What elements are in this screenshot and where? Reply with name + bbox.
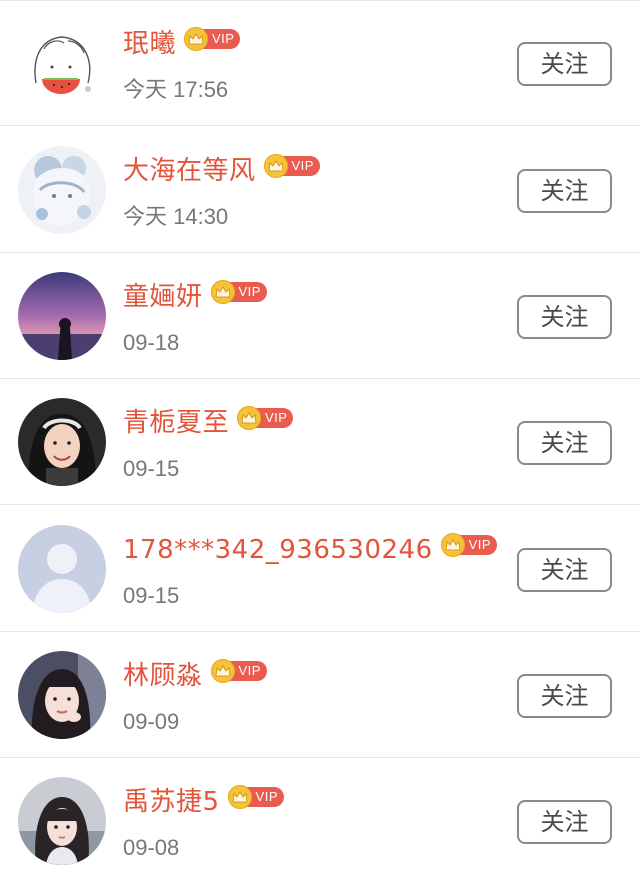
following-list: 珉曦 VIP 今天 17:56 关注 大海在等风 VIP 今天 14:30 关注… xyxy=(0,0,640,881)
avatar[interactable] xyxy=(18,146,106,234)
follow-button[interactable]: 关注 xyxy=(517,674,612,718)
user-name[interactable]: 林顾淼 xyxy=(123,656,203,696)
list-item[interactable]: 178***342_936530246 VIP 09-15 关注 xyxy=(0,506,640,632)
timestamp: 今天 14:30 xyxy=(123,204,229,229)
follow-button[interactable]: 关注 xyxy=(517,548,612,592)
list-item[interactable]: 青栀夏至 VIP 09-15 关注 xyxy=(0,379,640,505)
list-item[interactable]: 林顾淼 VIP 09-09 关注 xyxy=(0,632,640,758)
list-item[interactable]: 童婳妍 VIP 09-18 关注 xyxy=(0,253,640,379)
vip-badge: VIP xyxy=(237,406,294,430)
name-line: 青栀夏至 VIP xyxy=(123,403,294,443)
crown-icon xyxy=(184,27,209,51)
crown-icon xyxy=(210,280,235,304)
avatar[interactable] xyxy=(18,19,106,107)
avatar[interactable] xyxy=(18,272,106,360)
crown-icon xyxy=(227,785,252,809)
user-name[interactable]: 178***342_936530246 xyxy=(123,530,433,570)
list-item[interactable]: 珉曦 VIP 今天 17:56 关注 xyxy=(0,0,640,126)
crown-icon xyxy=(263,154,288,178)
follow-button[interactable]: 关注 xyxy=(517,800,612,844)
crown-icon xyxy=(210,659,235,683)
user-name[interactable]: 珉曦 xyxy=(123,24,176,64)
avatar[interactable] xyxy=(18,651,106,739)
follow-button[interactable]: 关注 xyxy=(517,295,612,339)
crown-icon xyxy=(237,406,262,430)
name-line: 禹苏捷5 VIP xyxy=(123,782,285,822)
list-item[interactable]: 大海在等风 VIP 今天 14:30 关注 xyxy=(0,127,640,253)
avatar[interactable] xyxy=(18,525,106,613)
vip-badge: VIP xyxy=(440,533,498,557)
timestamp: 09-09 xyxy=(123,709,180,734)
follow-button[interactable]: 关注 xyxy=(517,169,612,213)
name-line: 178***342_936530246 VIP xyxy=(123,530,498,570)
name-line: 林顾淼 VIP xyxy=(123,656,267,696)
name-line: 大海在等风 VIP xyxy=(123,151,320,191)
crown-icon xyxy=(440,533,465,557)
vip-badge: VIP xyxy=(210,280,267,304)
user-name[interactable]: 大海在等风 xyxy=(123,151,256,191)
name-line: 珉曦 VIP xyxy=(123,24,241,64)
user-name[interactable]: 青栀夏至 xyxy=(123,403,229,443)
name-line: 童婳妍 VIP xyxy=(123,277,267,317)
vip-badge: VIP xyxy=(227,785,285,809)
timestamp: 09-18 xyxy=(123,330,180,355)
vip-badge: VIP xyxy=(263,154,320,178)
timestamp: 09-15 xyxy=(123,456,180,481)
avatar[interactable] xyxy=(18,777,106,865)
timestamp: 今天 17:56 xyxy=(123,77,229,102)
follow-button[interactable]: 关注 xyxy=(517,421,612,465)
timestamp: 09-15 xyxy=(123,583,180,608)
divider xyxy=(0,0,640,1)
avatar[interactable] xyxy=(18,398,106,486)
list-item[interactable]: 禹苏捷5 VIP 09-08 关注 xyxy=(0,758,640,881)
user-name[interactable]: 禹苏捷5 xyxy=(123,782,220,822)
timestamp: 09-08 xyxy=(123,835,180,860)
follow-button[interactable]: 关注 xyxy=(517,42,612,86)
user-name[interactable]: 童婳妍 xyxy=(123,277,203,317)
vip-badge: VIP xyxy=(210,659,267,683)
vip-badge: VIP xyxy=(184,27,241,51)
